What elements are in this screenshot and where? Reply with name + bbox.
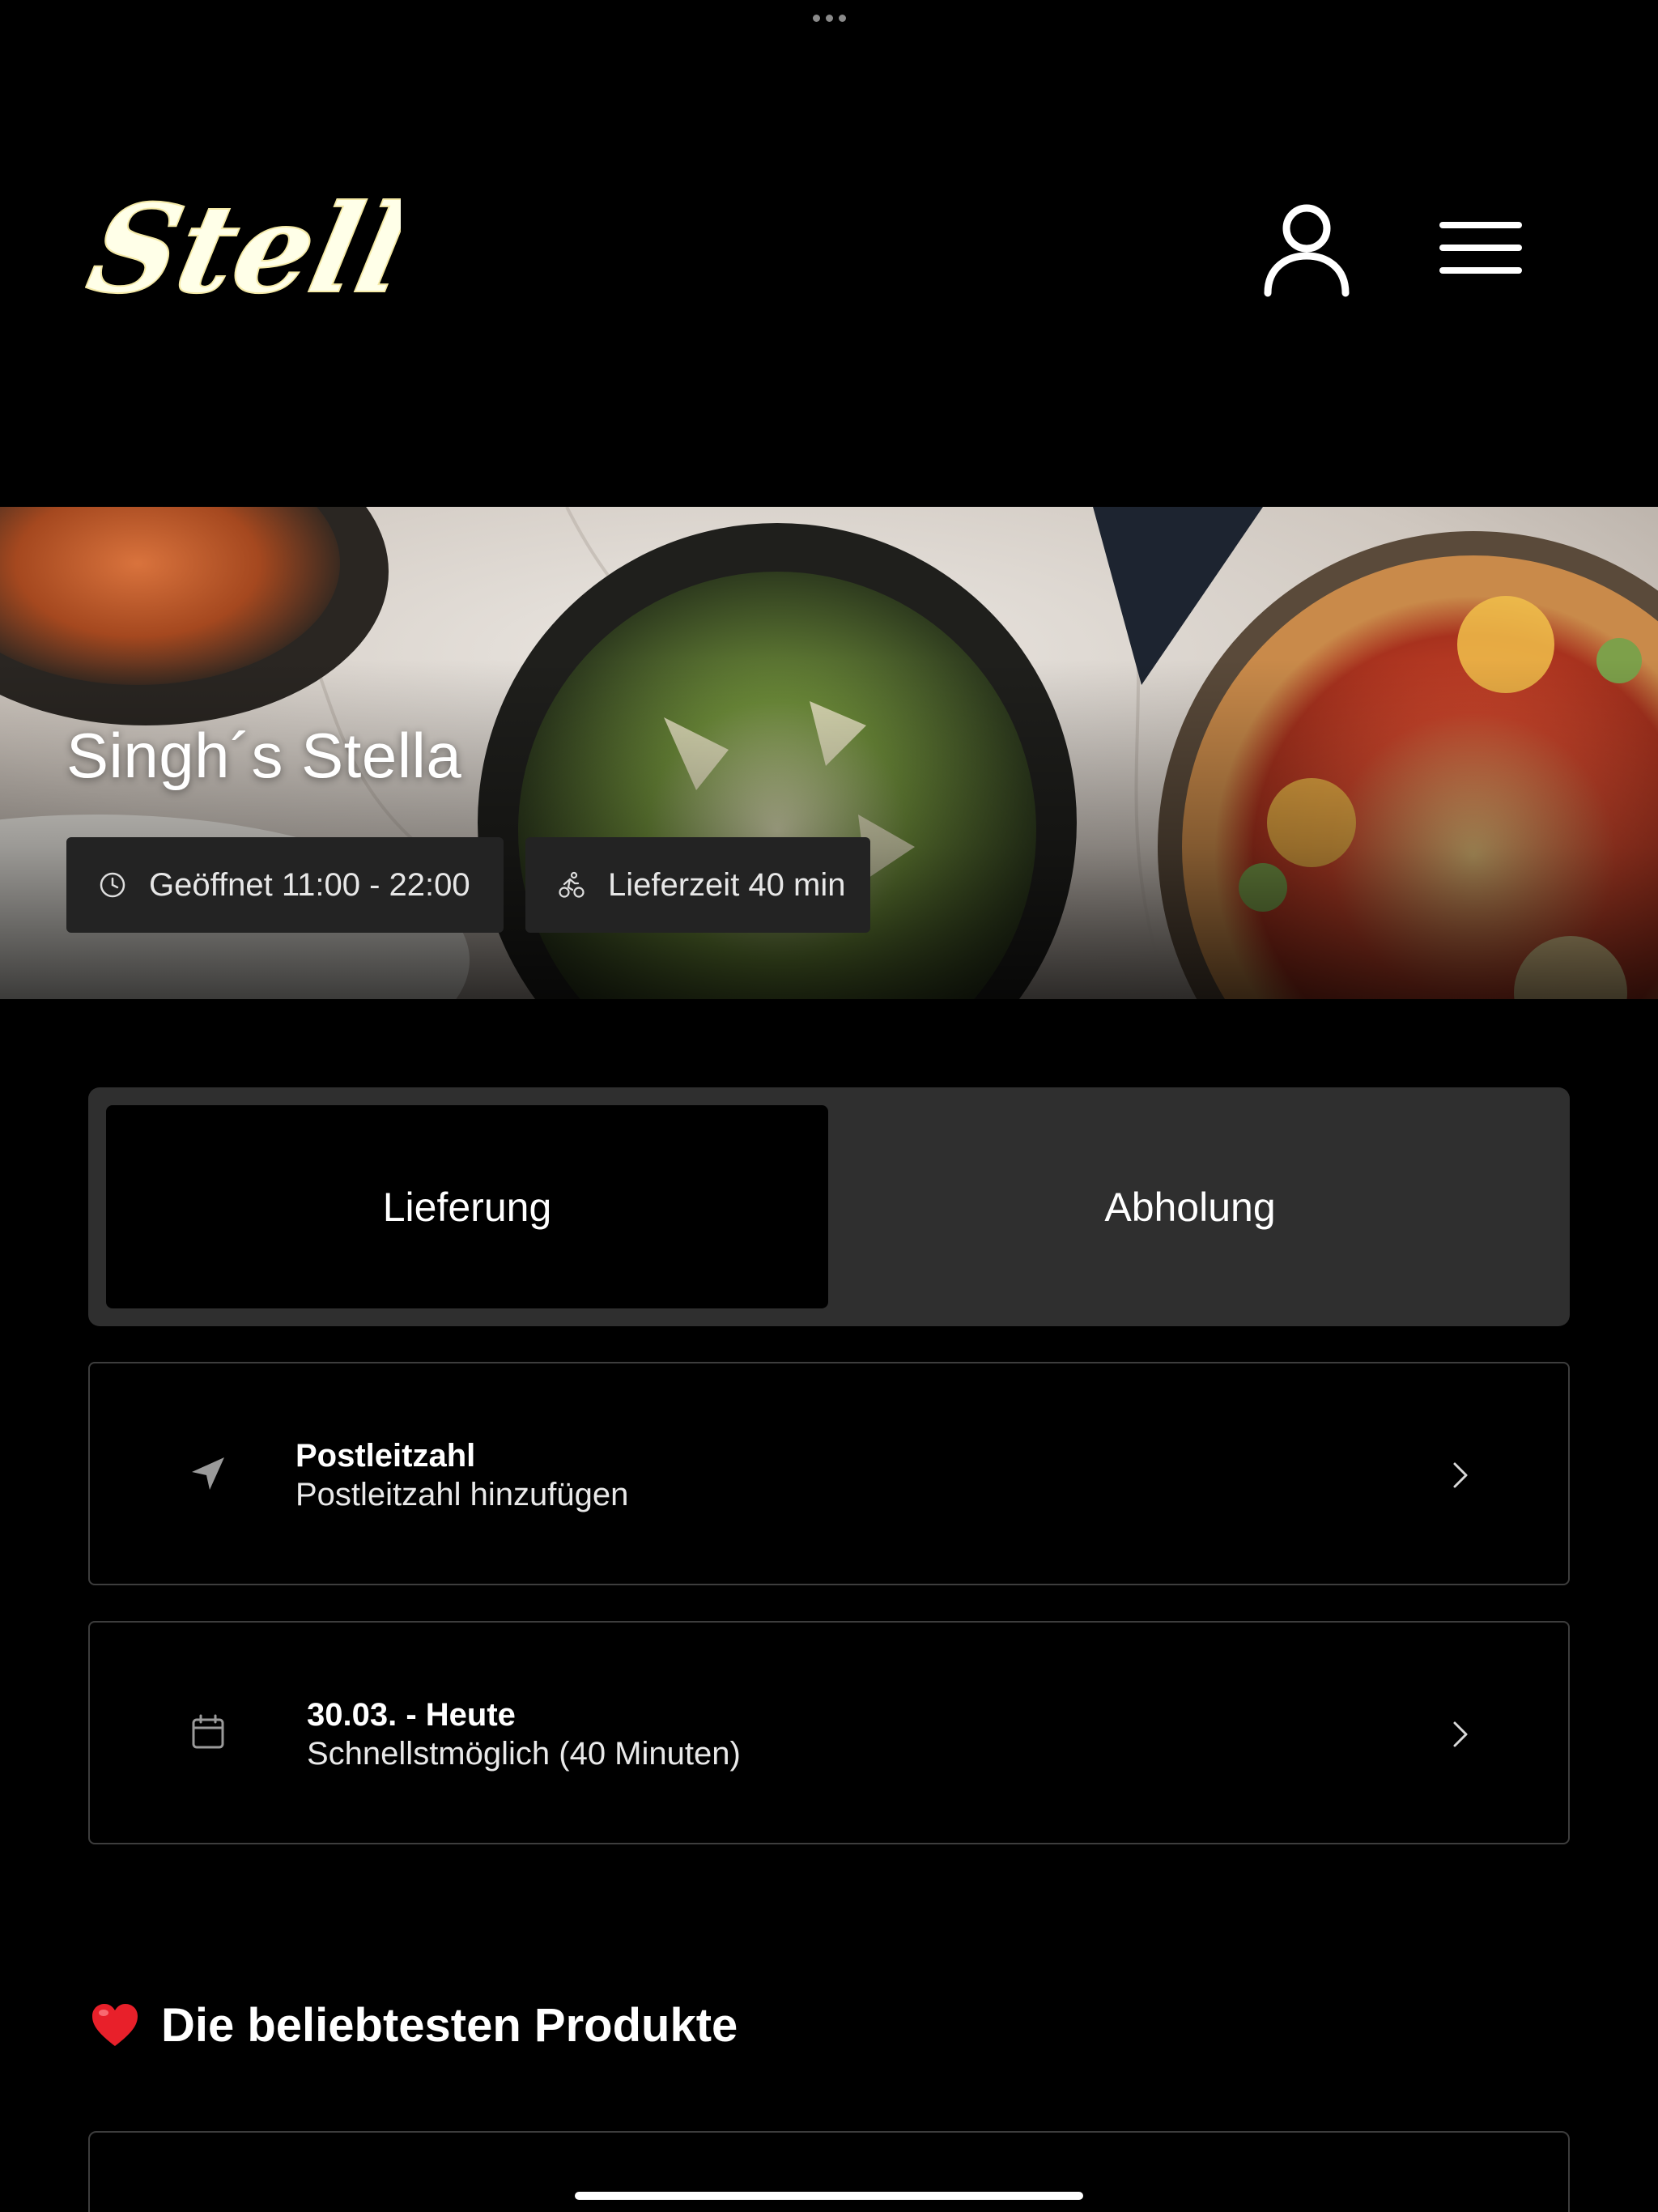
hamburger-menu-icon[interactable] (1439, 219, 1522, 283)
popular-products-title: Die beliebtesten Produkte (161, 1999, 738, 2052)
date-title: 30.03. - Heute (307, 1697, 516, 1733)
order-mode-toggle: Lieferung Abholung (88, 1087, 1570, 1326)
delivery-date-row[interactable]: 30.03. - Heute Schnellstmöglich (40 Minu… (88, 1621, 1570, 1844)
popular-products-heading: Die beliebtesten Produkte (90, 1998, 738, 2052)
home-indicator[interactable] (575, 2192, 1083, 2200)
cyclist-icon (559, 871, 585, 898)
location-arrow-icon (192, 1457, 224, 1490)
restaurant-hero: Singh´s Stella Geöffnet 11:00 - 22:00 Li… (0, 507, 1658, 999)
dot (812, 15, 820, 22)
multitasking-dots[interactable] (0, 15, 1658, 22)
user-icon[interactable] (1263, 202, 1350, 300)
opening-hours-chip: Geöffnet 11:00 - 22:00 (66, 837, 504, 933)
chevron-right-icon (1453, 1721, 1468, 1747)
tab-lieferung[interactable]: Lieferung (106, 1105, 828, 1308)
date-subtitle: Schnellstmöglich (40 Minuten) (307, 1736, 741, 1772)
product-card[interactable] (88, 2131, 1570, 2212)
chevron-right-icon (1453, 1462, 1468, 1488)
delivery-time-text: Lieferzeit 40 min (608, 866, 846, 903)
delivery-time-chip: Lieferzeit 40 min (525, 837, 870, 933)
dot (838, 15, 846, 22)
heart-icon (92, 2003, 138, 2046)
postcode-row[interactable]: Postleitzahl Postleitzahl hinzufügen (88, 1362, 1570, 1585)
postcode-title: Postleitzahl (295, 1438, 476, 1474)
stella-logo[interactable]: Stella (85, 185, 401, 314)
opening-hours-text: Geöffnet 11:00 - 22:00 (149, 866, 470, 903)
postcode-subtitle: Postleitzahl hinzufügen (295, 1477, 629, 1512)
restaurant-title: Singh´s Stella (66, 720, 462, 791)
tab-abholung[interactable]: Abholung (828, 1105, 1552, 1308)
hero-gradient (0, 659, 1658, 999)
svg-text:Stella: Stella (85, 185, 401, 314)
clock-icon (100, 872, 125, 898)
dot (825, 15, 833, 22)
calendar-icon (192, 1714, 224, 1749)
app-screen: Stella Singh´s Stella Geöffnet 11:00 - 2… (0, 0, 1658, 2212)
